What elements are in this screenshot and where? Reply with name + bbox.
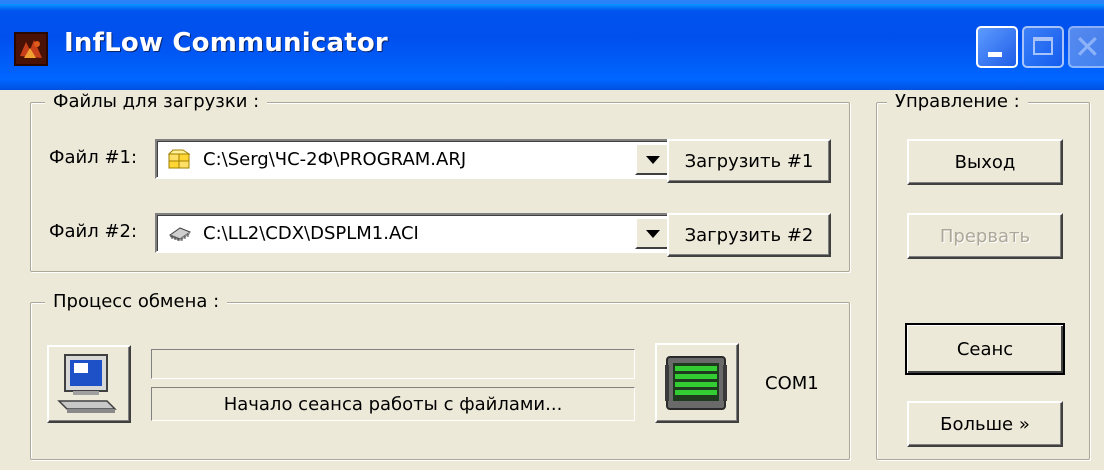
file2-dropdown-button[interactable] [635, 217, 669, 249]
file1-combobox[interactable]: C:\Serg\ЧС-2Ф\PROGRAM.ARJ [155, 139, 673, 179]
load-file2-button[interactable]: Загрузить #2 [667, 213, 831, 257]
maximize-button[interactable] [1022, 26, 1064, 68]
close-icon: ✕ [1074, 28, 1101, 66]
computer-button[interactable] [47, 345, 131, 423]
app-icon[interactable] [14, 32, 48, 66]
control-group-title: Управление : [887, 91, 1028, 112]
control-group: Управление : Выход Прервать Сеанс Больше… [876, 91, 1090, 460]
file1-label: Файл #1: [49, 147, 138, 168]
minimize-button[interactable] [976, 26, 1018, 68]
exchange-group-title: Процесс обмена : [45, 291, 228, 312]
port-label: COM1 [765, 373, 819, 394]
session-button[interactable]: Сеанс [905, 323, 1065, 375]
file2-combobox[interactable]: C:\LL2\CDX\DSPLM1.ACI [155, 213, 673, 253]
device-icon [665, 356, 727, 410]
minimize-icon [988, 52, 1002, 57]
app-window: InfLow Communicator ✕ Файлы для загрузки… [0, 0, 1104, 470]
progress-bar [151, 349, 635, 379]
more-button[interactable]: Больше » [907, 401, 1063, 447]
status-text: Начало сеанса работы с файлами... [223, 394, 563, 415]
chevron-down-icon [646, 230, 660, 238]
client-area: Файлы для загрузки : Файл #1: C:\Serg\ЧС… [0, 90, 1104, 470]
files-group: Файлы для загрузки : Файл #1: C:\Serg\ЧС… [30, 91, 850, 272]
files-group-title: Файлы для загрузки : [45, 91, 268, 112]
file2-value: C:\LL2\CDX\DSPLM1.ACI [203, 223, 419, 244]
file2-label: Файл #2: [49, 221, 138, 242]
window-title: InfLow Communicator [64, 28, 388, 58]
file1-dropdown-button[interactable] [635, 143, 669, 175]
maximize-icon [1033, 37, 1053, 55]
archive-stack-icon [167, 148, 193, 170]
device-button[interactable] [655, 343, 739, 423]
exchange-group: Процесс обмена : Начало сеанса работы с … [30, 291, 850, 460]
title-bar[interactable]: InfLow Communicator ✕ [0, 0, 1104, 90]
load-file1-button[interactable]: Загрузить #1 [667, 139, 831, 183]
file1-value: C:\Serg\ЧС-2Ф\PROGRAM.ARJ [203, 149, 467, 170]
chip-icon [167, 222, 193, 244]
status-panel: Начало сеанса работы с файлами... [151, 387, 635, 421]
chevron-down-icon [646, 156, 660, 164]
close-button[interactable]: ✕ [1068, 26, 1104, 68]
computer-icon [57, 354, 117, 413]
exit-button[interactable]: Выход [907, 139, 1063, 185]
abort-button[interactable]: Прервать [907, 213, 1063, 259]
